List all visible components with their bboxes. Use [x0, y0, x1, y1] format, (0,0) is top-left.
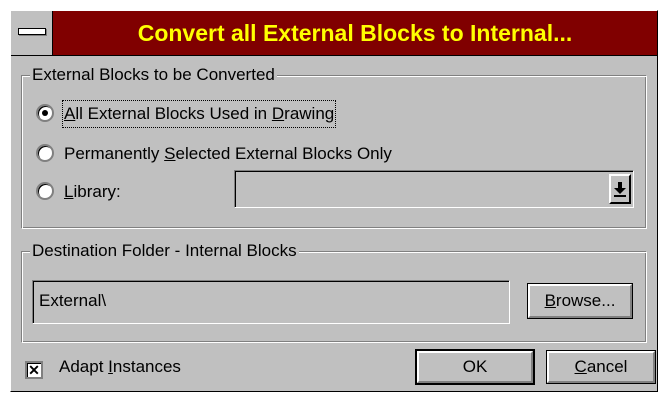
radio-label-library: Library:: [64, 182, 121, 201]
library-dropdown[interactable]: [234, 170, 634, 208]
dropdown-arrow-button[interactable]: [609, 174, 631, 204]
checkbox-box[interactable]: ✕: [25, 361, 43, 379]
external-blocks-legend: External Blocks to be Converted: [30, 65, 277, 85]
radio-button[interactable]: [36, 104, 54, 122]
convert-blocks-dialog: Convert all External Blocks to Internal.…: [10, 10, 658, 392]
radio-label-all-external: All External Blocks Used in Drawing: [61, 100, 337, 128]
title-bar: Convert all External Blocks to Internal.…: [11, 11, 657, 56]
ok-button[interactable]: OK: [415, 349, 535, 385]
cancel-button[interactable]: Cancel: [546, 350, 656, 384]
arrow-down-to-bar-icon: [614, 182, 626, 197]
destination-folder-value: External\: [39, 291, 107, 310]
external-blocks-group: External Blocks to be Converted All Exte…: [21, 65, 647, 229]
radio-button[interactable]: [36, 182, 54, 200]
system-menu-icon: [18, 28, 46, 35]
destination-folder-field[interactable]: External\: [32, 280, 510, 324]
system-menu-button[interactable]: [11, 11, 53, 55]
radio-button[interactable]: [36, 144, 54, 162]
destination-folder-legend: Destination Folder - Internal Blocks: [30, 241, 299, 261]
adapt-instances-label: Adapt Instances: [59, 357, 181, 376]
browse-button[interactable]: Browse...: [527, 283, 633, 319]
dialog-title: Convert all External Blocks to Internal.…: [137, 20, 573, 46]
radio-label-permanently-selected: Permanently Selected External Blocks Onl…: [64, 144, 392, 163]
destination-folder-group: Destination Folder - Internal Blocks Ext…: [21, 241, 647, 343]
